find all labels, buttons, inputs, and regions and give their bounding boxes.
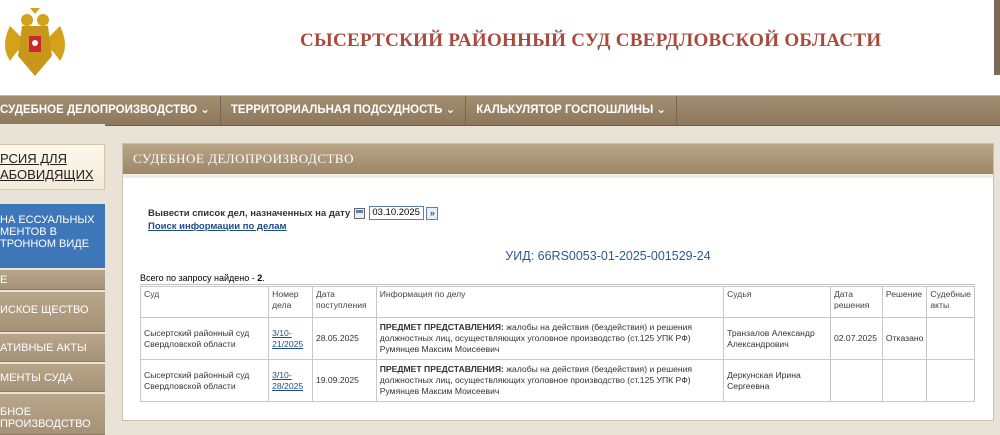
case-number-link[interactable]: 3/10-28/2025: [272, 370, 303, 391]
table-row: Сысертский районный суд Свердловской обл…: [139, 317, 975, 360]
cell-acts: [926, 317, 975, 360]
cell-received: 19.09.2025: [311, 359, 377, 402]
column-header-court: Суд: [139, 286, 270, 318]
case-uid: УИД: 66RS0053-01-2025-001529-24: [505, 249, 711, 263]
date-input[interactable]: [369, 206, 425, 220]
calendar-icon[interactable]: [354, 207, 366, 219]
sidebar: РСИЯ ДЛЯ АБОВИДЯЩИХ НА ЕССУАЛЬНЫХ МЕНТОВ…: [0, 124, 105, 435]
info-label: ПРЕДМЕТ ПРЕДСТАВЛЕНИЯ:: [379, 364, 504, 374]
results-count-label: Всего по запросу найдено -: [140, 273, 258, 283]
sidebar-item-3[interactable]: АТИВНЫЕ АКТЫ: [0, 334, 105, 362]
panel-divider: [123, 174, 993, 178]
sidebar-item-5[interactable]: БНОЕ ПРОИЗВОДСТВО: [0, 394, 105, 435]
info-person: Румянцев Максим Моисеевич: [379, 386, 500, 396]
sidebar-electronic-documents-link[interactable]: НА ЕССУАЛЬНЫХ МЕНТОВ В ТРОННОМ ВИДЕ: [0, 204, 105, 268]
case-search-link[interactable]: Поиск информации по делам: [148, 221, 287, 232]
results-count: Всего по запросу найдено - 2.: [140, 273, 265, 283]
show-cases-button[interactable]: »: [426, 206, 439, 220]
cell-court: Сысертский районный суд Свердловской обл…: [139, 359, 270, 402]
column-header-decision-date: Дата решения: [829, 286, 883, 318]
cell-decision-date: 02.07.2025: [829, 317, 883, 360]
site-header: СЫСЕРТСКИЙ РАЙОННЫЙ СУД СВЕРДЛОВСКОЙ ОБЛ…: [0, 0, 1000, 95]
cell-case-number: 3/10-28/2025: [268, 359, 313, 402]
cell-info: ПРЕДМЕТ ПРЕДСТАВЛЕНИЯ: жалобы на действи…: [375, 359, 725, 402]
column-header-acts: Судебные акты: [926, 286, 975, 318]
header-edge: [994, 0, 1000, 75]
cell-case-number: 3/10-21/2025: [268, 317, 313, 360]
cell-info: ПРЕДМЕТ ПРЕДСТАВЛЕНИЯ: жалобы на действи…: [375, 317, 725, 360]
cell-decision-date: [829, 359, 883, 402]
cell-court: Сысертский районный суд Свердловской обл…: [139, 317, 270, 360]
column-header-case-number: Номер дела: [268, 286, 313, 318]
cell-decision: [881, 359, 928, 402]
sidebar-item-2[interactable]: ИСКОЕ ЩЕСТВО: [0, 292, 105, 332]
table-header-row: Суд Номер дела Дата поступления Информац…: [139, 286, 975, 318]
sidebar-item-4[interactable]: МЕНТЫ СУДА: [0, 364, 105, 392]
nav-item-fee-calculator[interactable]: КАЛЬКУЛЯТОР ГОСПОШЛИНЫ ⌄: [466, 96, 678, 125]
date-filter-label: Вывести список дел, назначенных на дату: [148, 207, 351, 219]
column-header-judge: Судья: [723, 286, 831, 318]
coat-of-arms-icon: [5, 8, 65, 76]
nav-item-territorial-jurisdiction[interactable]: ТЕРРИТОРИАЛЬНАЯ ПОДСУДНОСТЬ ⌄: [221, 96, 467, 125]
info-person: Румянцев Максим Моисеевич: [379, 344, 500, 354]
cell-received: 28.05.2025: [311, 317, 377, 360]
column-header-decision: Решение: [881, 286, 928, 318]
table-row: Сысертский районный суд Свердловской обл…: [139, 359, 975, 402]
results-count-suffix: .: [262, 273, 265, 283]
sidebar-item-1[interactable]: Е: [0, 270, 105, 290]
cases-table: Суд Номер дела Дата поступления Информац…: [139, 286, 975, 402]
results-divider: [140, 284, 975, 285]
date-filter: Вывести список дел, назначенных на дату …: [148, 206, 439, 220]
column-header-info: Информация по делу: [375, 286, 725, 318]
panel-title: СУДЕБНОЕ ДЕЛОПРОИЗВОДСТВО: [123, 144, 993, 174]
case-number-link[interactable]: 3/10-21/2025: [272, 328, 303, 349]
info-label: ПРЕДМЕТ ПРЕДСТАВЛЕНИЯ:: [379, 322, 504, 332]
cell-decision: Отказано: [881, 317, 928, 360]
main-nav: СУДЕБНОЕ ДЕЛОПРОИЗВОДСТВО ⌄ ТЕРРИТОРИАЛЬ…: [0, 95, 1000, 126]
main-panel: СУДЕБНОЕ ДЕЛОПРОИЗВОДСТВО Вывести список…: [122, 143, 994, 421]
cell-judge: Транзалов Александр Александрович: [723, 317, 831, 360]
sidebar-visually-impaired-link[interactable]: РСИЯ ДЛЯ АБОВИДЯЩИХ: [0, 144, 105, 190]
cell-acts: [926, 359, 975, 402]
site-title: СЫСЕРТСКИЙ РАЙОННЫЙ СУД СВЕРДЛОВСКОЙ ОБЛ…: [300, 30, 882, 51]
nav-item-court-proceedings[interactable]: СУДЕБНОЕ ДЕЛОПРОИЗВОДСТВО ⌄: [0, 96, 221, 125]
cell-judge: Деркунская Ирина Сергеевна: [723, 359, 831, 402]
column-header-received: Дата поступления: [311, 286, 377, 318]
